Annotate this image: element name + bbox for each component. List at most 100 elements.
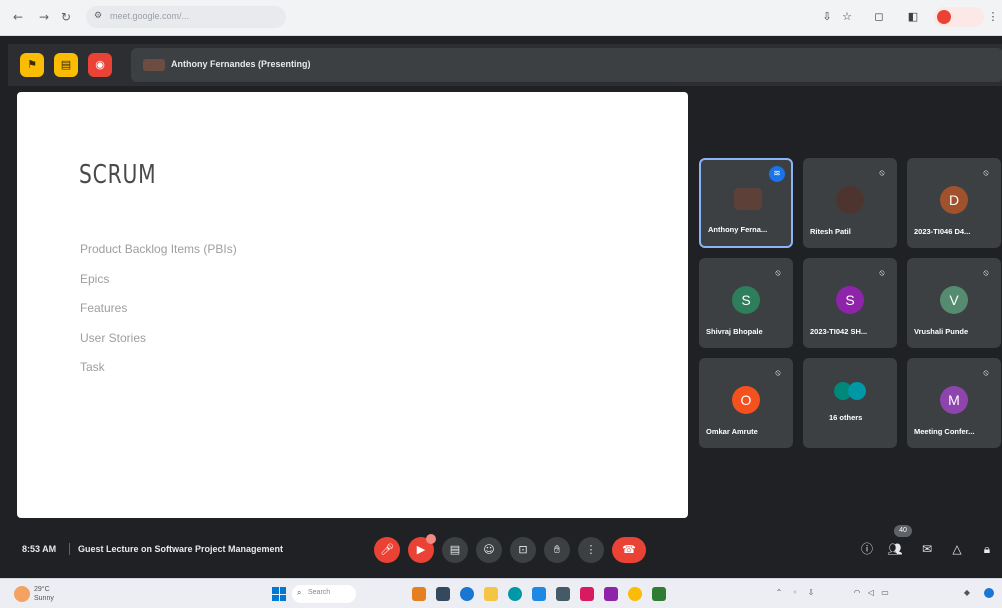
taskbar-search-box[interactable]: ⌕ Search	[292, 585, 356, 603]
chrome-dev-app-icon[interactable]	[508, 587, 522, 601]
app-icon[interactable]	[604, 587, 618, 601]
participant-photo	[836, 186, 864, 214]
shared-slide: SCRUM Product Backlog Items (PBIs) Epics…	[17, 92, 688, 518]
activities-button[interactable]: ▤	[54, 53, 78, 77]
present-screen-button[interactable]: ⊡	[510, 537, 536, 563]
sidebar-icon[interactable]: ◧	[906, 10, 920, 24]
copilot-tray-icon[interactable]	[984, 588, 994, 598]
search-placeholder: Search	[308, 589, 331, 596]
app-icon[interactable]	[652, 587, 666, 601]
meeting-time: 8:53 AM	[22, 544, 57, 554]
recording-button[interactable]: ◉	[88, 53, 112, 77]
chrome-app-icon[interactable]	[628, 587, 642, 601]
windows-start-icon[interactable]	[272, 587, 286, 601]
participant-tile-s[interactable]: S ⦸ 2023-TI042 SH...	[803, 258, 897, 348]
tray-app-icon[interactable]: ⇩	[806, 588, 816, 598]
download-icon[interactable]: ⇩	[820, 10, 834, 24]
avatar: D	[940, 186, 968, 214]
camera-toggle-button[interactable]: ▶	[408, 534, 436, 563]
back-icon[interactable]: ←	[10, 9, 26, 25]
tray-chevron-icon[interactable]: ⌃	[774, 588, 784, 598]
participant-tile-meeting-conference[interactable]: M ⦸ Meeting Confer...	[907, 358, 1001, 448]
slide-bullet: Product Backlog Items (PBIs)	[80, 242, 237, 256]
avatar: V	[940, 286, 968, 314]
captions-button[interactable]: ▤	[442, 537, 468, 563]
weather-temp: 29°C	[34, 586, 50, 593]
presenting-label: Anthony Fernandes (Presenting)	[171, 59, 311, 69]
speaking-indicator-icon: ≋	[769, 166, 785, 182]
host-controls-button[interactable]: ⚑	[20, 53, 44, 77]
notification-dot	[426, 534, 436, 544]
mic-muted-icon: ⦸	[775, 268, 781, 277]
avatar	[848, 382, 866, 400]
url-text: meet.google.com/...	[110, 11, 190, 21]
weather-desc: Sunny	[34, 595, 54, 602]
participant-name: 2023-TI042 SH...	[810, 327, 868, 336]
tray-app-icon[interactable]: ◦	[790, 588, 800, 598]
mic-muted-icon: ⦸	[775, 368, 781, 377]
activities-icon[interactable]: △	[948, 540, 966, 558]
mic-muted-icon: ⦸	[983, 168, 989, 177]
volume-icon[interactable]: ◁	[866, 588, 876, 598]
wifi-icon[interactable]: ◠	[852, 588, 862, 598]
host-controls-lock-icon[interactable]: 🔒︎	[978, 540, 996, 558]
slide-title: SCRUM	[79, 160, 157, 190]
menu-icon[interactable]: ⋮	[986, 10, 1000, 24]
more-options-button[interactable]: ⋮	[578, 537, 604, 563]
participant-tile-d[interactable]: D ⦸ 2023-TI046 D4...	[907, 158, 1001, 248]
emoji-reactions-button[interactable]: ☺	[476, 537, 502, 563]
participant-name: Omkar Amrute	[706, 427, 758, 436]
extensions-icon[interactable]: ◻	[872, 10, 886, 24]
battery-icon[interactable]: ▭	[880, 588, 890, 598]
meeting-info-icon[interactable]: ⓘ	[858, 540, 876, 558]
reload-icon[interactable]: ↻	[58, 9, 74, 25]
presenter-avatar	[143, 59, 165, 71]
store-app-icon[interactable]	[532, 587, 546, 601]
participant-tile-shivraj[interactable]: S ⦸ Shivraj Bhopale	[699, 258, 793, 348]
participant-name: 16 others	[829, 413, 863, 422]
windows-taskbar: 29°C Sunny ⌕ Search ⌃ ◦ ⇩ ◠ ◁ ▭ ◆	[0, 578, 1002, 608]
copilot-app-icon[interactable]	[412, 587, 426, 601]
participant-tile-ritesh[interactable]: ⦸ Ritesh Patil	[803, 158, 897, 248]
notification-icon[interactable]: ◆	[962, 588, 972, 598]
others-avatar-stack	[834, 382, 868, 400]
file-explorer-app-icon[interactable]	[484, 587, 498, 601]
participant-name: Vrushali Punde	[914, 327, 969, 336]
slide-bullet: Task	[80, 360, 105, 374]
edge-app-icon[interactable]	[460, 587, 474, 601]
address-bar[interactable]: ⚙ meet.google.com/...	[86, 6, 286, 28]
participant-tile-omkar[interactable]: O ⦸ Omkar Amrute	[699, 358, 793, 448]
task-view-app-icon[interactable]	[436, 587, 450, 601]
slide-bullet: Epics	[80, 272, 110, 286]
people-icon[interactable]: 👥︎	[886, 540, 904, 558]
participant-tile-vrushali[interactable]: V ⦸ Vrushali Punde	[907, 258, 1001, 348]
forward-icon[interactable]: →	[36, 9, 52, 25]
meeting-control-bar: 8:53 AM Guest Lecture on Software Projec…	[8, 525, 1002, 574]
participant-tile-others[interactable]: 16 others	[803, 358, 897, 448]
meeting-top-bar: ⚑ ▤ ◉ Anthony Fernandes (Presenting)	[8, 44, 1002, 86]
participant-tile-anthony[interactable]: ≋ Anthony Ferna...	[699, 158, 793, 248]
mic-muted-icon: ⦸	[983, 268, 989, 277]
participant-name: Shivraj Bhopale	[706, 327, 763, 336]
weather-widget[interactable]: 29°C Sunny	[34, 585, 54, 603]
participant-name: Anthony Ferna...	[708, 225, 768, 234]
leave-call-button[interactable]: ☎	[612, 537, 646, 563]
mail-app-icon[interactable]	[556, 587, 570, 601]
app-icon[interactable]	[580, 587, 594, 601]
people-count-badge: 40	[894, 525, 912, 537]
site-info-icon[interactable]: ⚙	[94, 11, 104, 22]
slide-bullet: Features	[80, 301, 128, 315]
avatar: S	[836, 286, 864, 314]
presenting-banner[interactable]: Anthony Fernandes (Presenting)	[131, 48, 1002, 82]
slide-bullet: User Stories	[80, 331, 147, 345]
raise-hand-button[interactable]: ✋︎	[544, 537, 570, 563]
bookmark-star-icon[interactable]: ☆	[840, 10, 854, 24]
search-icon: ⌕	[297, 588, 302, 597]
profile-button[interactable]	[934, 7, 984, 27]
weather-sun-icon[interactable]	[14, 586, 30, 602]
participant-name: 2023-TI046 D4...	[914, 227, 971, 236]
chat-icon[interactable]: ✉	[918, 540, 936, 558]
mic-toggle-button[interactable]: 🎤︎	[374, 537, 400, 563]
avatar: M	[940, 386, 968, 414]
avatar: S	[732, 286, 760, 314]
